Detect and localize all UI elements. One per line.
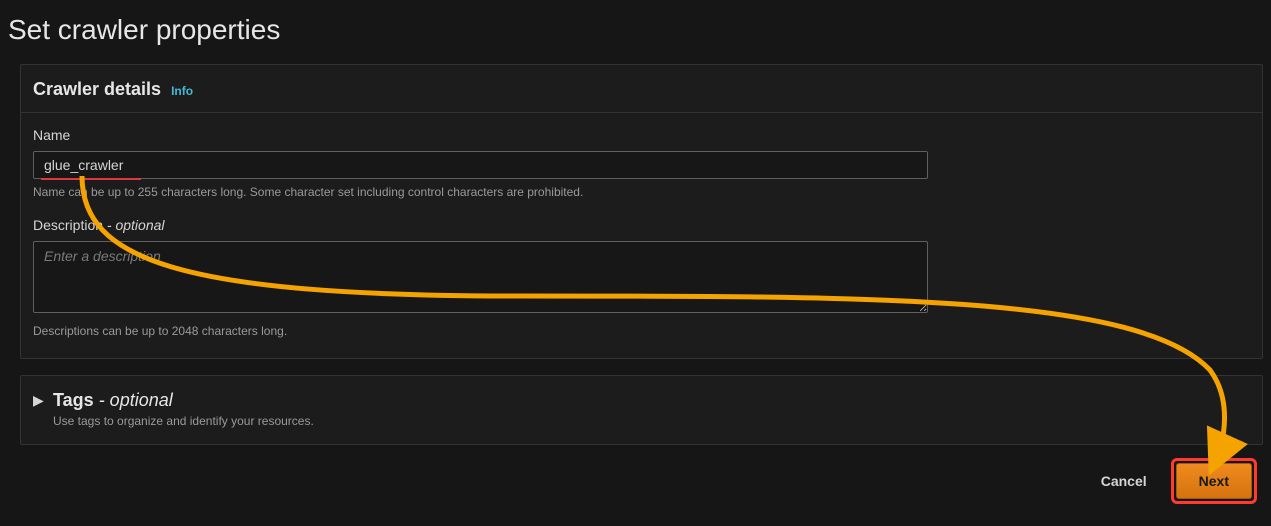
description-label: Description - optional (33, 217, 1242, 233)
cancel-button[interactable]: Cancel (1095, 464, 1153, 498)
name-hint: Name can be up to 255 characters long. S… (33, 185, 1242, 199)
info-link[interactable]: Info (171, 84, 193, 98)
crawler-details-header: Crawler details Info (21, 65, 1262, 113)
expand-caret-icon[interactable]: ▶ (33, 390, 43, 410)
name-label: Name (33, 127, 1242, 143)
name-annotation-underline (41, 178, 141, 180)
next-button[interactable]: Next (1176, 463, 1252, 499)
tags-title-text: Tags (53, 390, 94, 410)
tags-heading: Tags - optional (53, 390, 314, 410)
crawler-details-heading: Crawler details (33, 79, 161, 100)
wizard-footer: Cancel Next (1095, 458, 1257, 504)
description-field: Description - optional Descriptions can … (33, 217, 1242, 338)
next-button-highlight: Next (1171, 458, 1257, 504)
tags-description: Use tags to organize and identify your r… (53, 414, 314, 428)
description-label-text: Description (33, 217, 103, 233)
description-hint: Descriptions can be up to 2048 character… (33, 324, 1242, 338)
description-input[interactable] (33, 241, 928, 313)
name-input[interactable] (33, 151, 928, 179)
tags-panel: ▶ Tags - optional Use tags to organize a… (20, 375, 1263, 445)
name-field: Name Name can be up to 255 characters lo… (33, 127, 1242, 199)
page-title: Set crawler properties (0, 0, 1271, 64)
tags-optional: - optional (94, 390, 173, 410)
description-optional: - optional (103, 217, 164, 233)
crawler-details-panel: Crawler details Info Name Name can be up… (20, 64, 1263, 359)
